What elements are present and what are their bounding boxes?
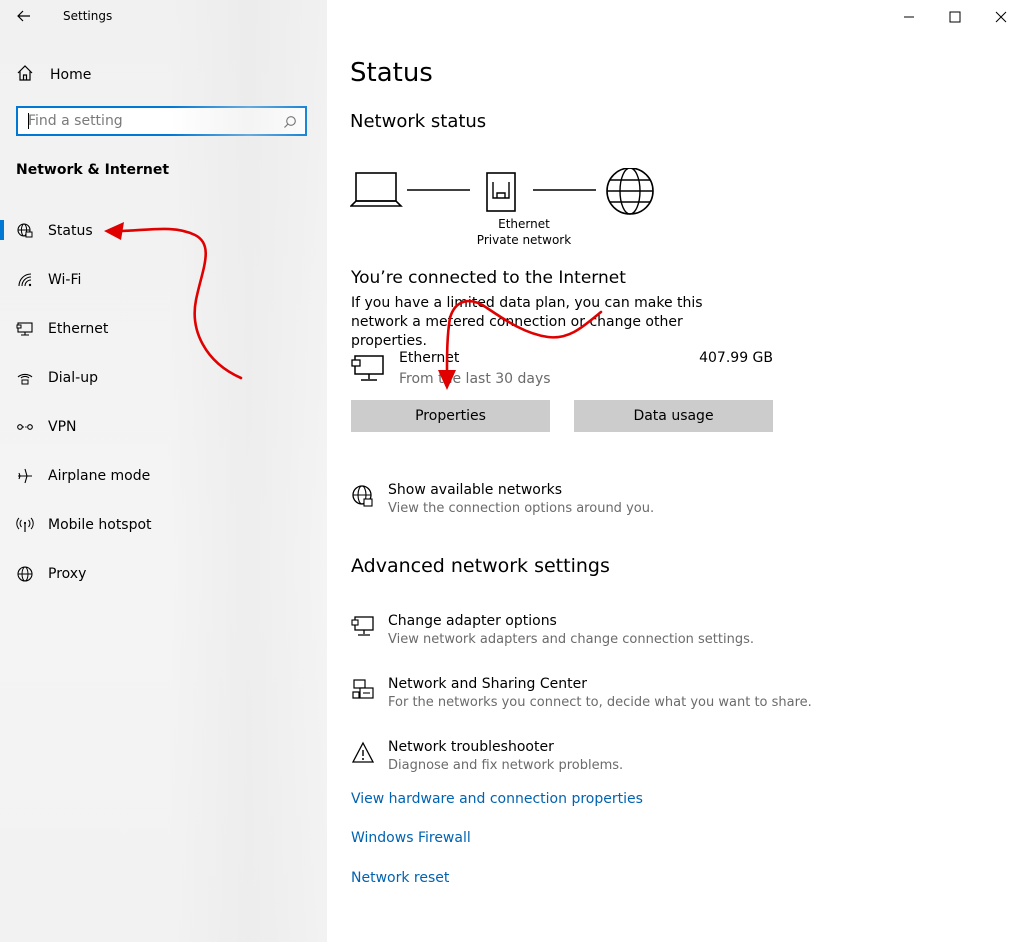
ethernet-port-icon	[486, 172, 516, 212]
connection-period: From the last 30 days	[399, 371, 551, 387]
connected-heading: You’re connected to the Internet	[351, 268, 626, 288]
connection-row: Ethernet From the last 30 days 407.99 GB	[351, 348, 773, 392]
sidebar-item-label: VPN	[48, 418, 77, 435]
sidebar-item-label: Mobile hotspot	[48, 516, 152, 533]
app-title: Settings	[63, 9, 113, 23]
troubleshooter-option[interactable]: Network troubleshooter Diagnose and fix …	[351, 739, 831, 779]
sidebar-item-hotspot[interactable]: Mobile hotspot	[0, 500, 327, 549]
sharing-center-icon	[351, 678, 375, 702]
option-subtitle: View network adapters and change connect…	[388, 632, 754, 647]
option-subtitle: View the connection options around you.	[388, 501, 655, 516]
show-networks-option[interactable]: Show available networks View the connect…	[351, 482, 831, 522]
search-input[interactable]	[18, 108, 278, 134]
network-reset-link[interactable]: Network reset	[351, 870, 449, 886]
search-box[interactable]	[16, 106, 307, 136]
sidebar-item-wifi[interactable]: Wi-Fi	[0, 255, 327, 304]
hardware-properties-link[interactable]: View hardware and connection properties	[351, 791, 643, 807]
home-nav-item[interactable]: Home	[16, 64, 91, 86]
sidebar-item-label: Ethernet	[48, 320, 109, 337]
wifi-icon	[16, 271, 34, 289]
home-icon	[16, 64, 34, 86]
computer-network-icon	[351, 354, 385, 388]
warning-icon	[351, 741, 375, 765]
change-adapter-option[interactable]: Change adapter options View network adap…	[351, 613, 831, 653]
option-title: Network and Sharing Center	[388, 676, 588, 692]
vpn-icon	[16, 418, 34, 436]
internet-globe-icon	[606, 167, 654, 215]
sidebar-item-status[interactable]: Status	[0, 206, 327, 255]
sidebar-item-label: Airplane mode	[48, 467, 151, 484]
globe-status-icon	[16, 222, 34, 240]
option-subtitle: Diagnose and fix network problems.	[388, 758, 624, 773]
sidebar-item-airplane[interactable]: Airplane mode	[0, 451, 327, 500]
main-content: Status Network status Ethernet Private n…	[327, 0, 1024, 942]
network-diagram: Ethernet Private network	[349, 167, 660, 248]
option-title: Change adapter options	[388, 613, 557, 629]
option-title: Network troubleshooter	[388, 739, 554, 755]
hotspot-icon	[16, 516, 34, 534]
sidebar-item-proxy[interactable]: Proxy	[0, 549, 327, 598]
data-usage-button[interactable]: Data usage	[574, 400, 773, 432]
data-usage-amount: 407.99 GB	[699, 350, 773, 366]
dialup-icon	[16, 369, 34, 387]
network-status-heading: Network status	[350, 111, 487, 132]
sidebar: Settings Home Network & Internet Status …	[0, 0, 327, 942]
sidebar-item-label: Dial-up	[48, 369, 98, 386]
sidebar-item-label: Proxy	[48, 565, 87, 582]
sidebar-item-dialup[interactable]: Dial-up	[0, 353, 327, 402]
page-title: Status	[350, 58, 433, 88]
connection-name: Ethernet	[399, 350, 460, 366]
sidebar-item-ethernet[interactable]: Ethernet	[0, 304, 327, 353]
sidebar-item-label: Status	[48, 222, 93, 239]
sharing-center-option[interactable]: Network and Sharing Center For the netwo…	[351, 676, 831, 716]
home-label: Home	[50, 67, 92, 83]
option-subtitle: For the networks you connect to, decide …	[388, 695, 812, 710]
section-title: Network & Internet	[16, 162, 170, 178]
laptop-icon	[349, 172, 403, 207]
sidebar-item-vpn[interactable]: VPN	[0, 402, 327, 451]
adapter-name-label: Ethernet	[498, 217, 550, 231]
advanced-settings-heading: Advanced network settings	[351, 555, 610, 577]
adapter-icon	[351, 615, 375, 639]
title-bar: Settings	[0, 0, 327, 34]
windows-firewall-link[interactable]: Windows Firewall	[351, 830, 471, 846]
search-icon[interactable]	[283, 114, 297, 133]
properties-button[interactable]: Properties	[351, 400, 550, 432]
text-cursor	[28, 113, 29, 129]
sidebar-item-label: Wi-Fi	[48, 271, 82, 288]
network-type-label: Private network	[476, 233, 572, 247]
ethernet-icon	[16, 320, 34, 338]
globe-icon	[16, 565, 34, 583]
connected-description: If you have a limited data plan, you can…	[351, 295, 703, 349]
globe-network-icon	[351, 484, 375, 508]
network-diagram-graphic	[349, 167, 654, 215]
nav-list: Status Wi-Fi Ethernet Dial-up VPN Airpla…	[0, 206, 327, 598]
option-title: Show available networks	[388, 482, 563, 498]
back-arrow-icon[interactable]	[14, 6, 34, 26]
airplane-icon	[16, 467, 34, 485]
